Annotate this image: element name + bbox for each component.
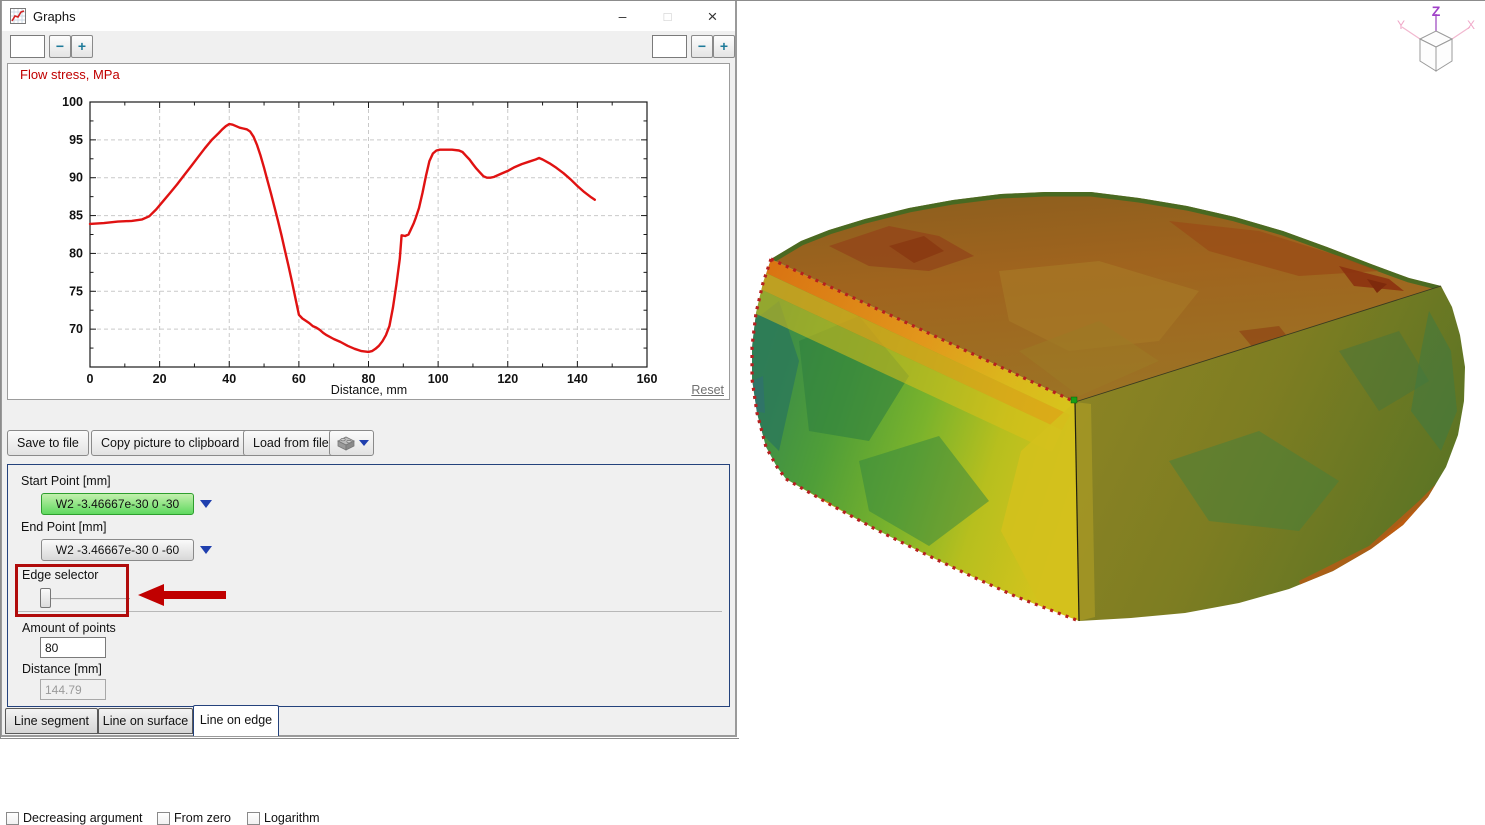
left-spinner-increment-button[interactable]: + [71, 35, 93, 58]
maximize-button[interactable]: □ [645, 2, 690, 31]
annotation-arrow-icon [136, 581, 228, 609]
right-spinner-decrement-button[interactable]: − [691, 35, 713, 58]
tab-line-segment[interactable]: Line segment [5, 708, 98, 734]
checkbox-icon[interactable] [6, 812, 19, 825]
svg-text:100: 100 [62, 95, 83, 109]
application-window: Graphs – □ × − + − + Flow stress, MPa 0 2… [0, 0, 1485, 739]
distance-label: Distance [mm] [22, 662, 102, 676]
left-spinner-decrement-button[interactable]: − [49, 35, 71, 58]
checkbox-logarithm[interactable]: Logarithm [247, 811, 320, 825]
graphs-window: Graphs – □ × − + − + Flow stress, MPa 0 2… [1, 1, 737, 737]
svg-text:0: 0 [87, 372, 94, 386]
window-title: Graphs [33, 9, 76, 24]
svg-text:90: 90 [69, 171, 83, 185]
chart-title: Flow stress, MPa [20, 67, 120, 82]
reset-link[interactable]: Reset [691, 383, 724, 397]
distance-input [40, 679, 106, 700]
end-point-dropdown-icon[interactable] [200, 546, 212, 554]
left-spinner-input[interactable] [10, 35, 45, 58]
checkbox-label: Decreasing argument [23, 811, 143, 825]
tab-line-on-edge[interactable]: Line on edge [193, 705, 279, 736]
flow-stress-chart[interactable]: 020406080100120140160707580859095100 [8, 64, 729, 399]
start-point-combo[interactable]: W2 -3.46667e-30 0 -30 [41, 493, 194, 515]
svg-text:20: 20 [153, 372, 167, 386]
minimize-button[interactable]: – [600, 2, 645, 31]
checkbox-icon[interactable] [157, 812, 170, 825]
checkbox-label: Logarithm [264, 811, 320, 825]
line-on-edge-panel: Start Point [mm] W2 -3.46667e-30 0 -30 E… [7, 464, 730, 707]
end-point-label: End Point [mm] [21, 520, 106, 534]
start-point-marker [1071, 397, 1077, 403]
graph-window-icon [10, 8, 26, 24]
svg-text:140: 140 [567, 372, 588, 386]
orientation-axes-widget: Y X Z [1394, 5, 1478, 89]
svg-text:85: 85 [69, 209, 83, 223]
svg-text:160: 160 [637, 372, 658, 386]
x-axis-label: X [1467, 18, 1475, 32]
viewport-3d[interactable]: Y X Z [739, 1, 1485, 740]
svg-text:75: 75 [69, 284, 83, 298]
load-from-file-button[interactable]: Load from file [243, 430, 339, 456]
svg-text:40: 40 [222, 372, 236, 386]
checkbox-decreasing-argument[interactable]: Decreasing argument [6, 811, 143, 825]
svg-text:95: 95 [69, 133, 83, 147]
y-axis-label: Y [1397, 18, 1405, 32]
svg-text:120: 120 [497, 372, 518, 386]
start-point-label: Start Point [mm] [21, 474, 111, 488]
amount-of-points-input[interactable] [40, 637, 106, 658]
right-spinner-increment-button[interactable]: + [713, 35, 735, 58]
workpiece-3d-model[interactable] [739, 151, 1485, 656]
close-button[interactable]: × [690, 2, 735, 31]
end-point-combo[interactable]: W2 -3.46667e-30 0 -60 [41, 539, 194, 561]
svg-text:70: 70 [69, 322, 83, 336]
chevron-down-icon [359, 440, 369, 446]
chart-area: Flow stress, MPa 02040608010012014016070… [7, 63, 730, 400]
checkbox-from-zero[interactable]: From zero [157, 811, 231, 825]
save-to-file-button[interactable]: Save to file [7, 430, 89, 456]
checkbox-label: From zero [174, 811, 231, 825]
graph-toolbar: − + − + [2, 31, 735, 63]
checkbox-icon[interactable] [247, 812, 260, 825]
chart-x-axis-label: Distance, mm [288, 383, 450, 397]
svg-text:80: 80 [69, 246, 83, 260]
start-point-dropdown-icon[interactable] [200, 500, 212, 508]
brick-icon [335, 435, 356, 451]
export-menu-button[interactable] [329, 430, 374, 456]
copy-picture-button[interactable]: Copy picture to clipboard [91, 430, 249, 456]
tab-line-on-surface[interactable]: Line on surface [98, 708, 193, 734]
titlebar[interactable]: Graphs – □ × [2, 1, 735, 31]
edge-selector-highlight-box [15, 564, 129, 617]
amount-of-points-label: Amount of points [22, 621, 116, 635]
z-axis-label: Z [1432, 5, 1441, 19]
right-spinner-input[interactable] [652, 35, 687, 58]
